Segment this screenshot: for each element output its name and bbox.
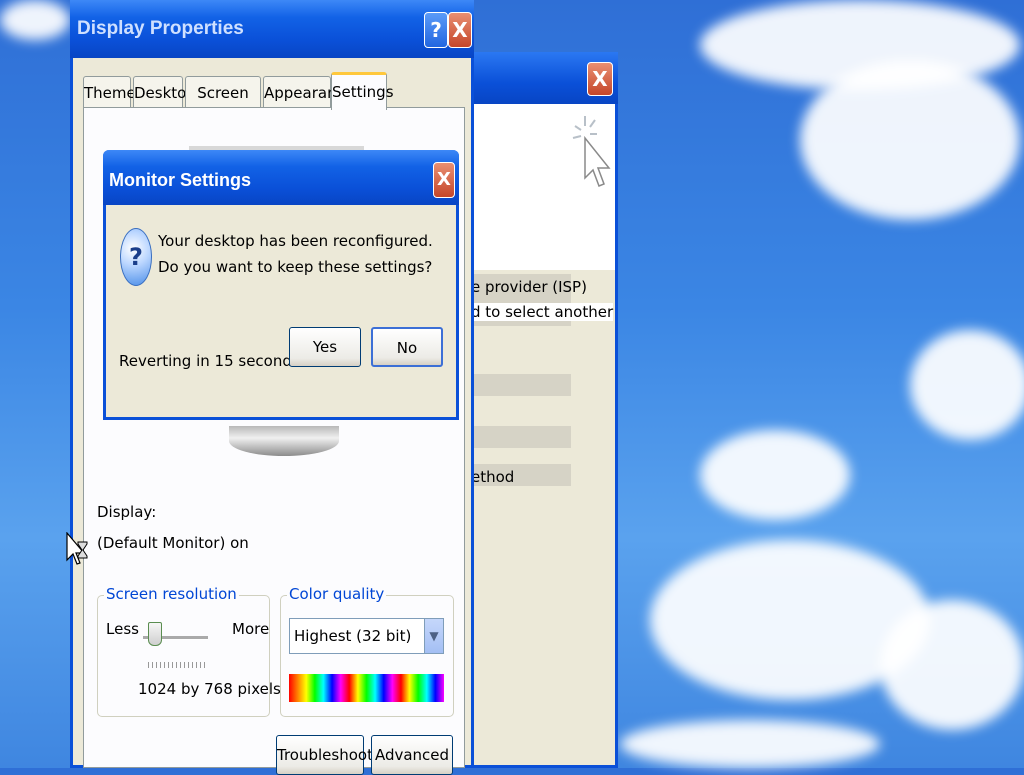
- screen-resolution-title: Screen resolution: [104, 585, 239, 603]
- no-button[interactable]: No: [371, 327, 443, 367]
- cloud: [910, 330, 1024, 440]
- color-quality-select[interactable]: Highest (32 bit) ▼: [289, 618, 444, 654]
- background-dialog: X e provider (ISP) d to select another e…: [458, 52, 618, 768]
- background-dialog-close-button[interactable]: X: [587, 62, 613, 96]
- resolution-slider-thumb[interactable]: [148, 622, 162, 646]
- dialog-title: Monitor Settings: [109, 170, 251, 190]
- revert-countdown: Reverting in 15 seconds: [119, 352, 300, 370]
- less-label: Less: [106, 620, 139, 638]
- cloud: [880, 600, 1024, 730]
- tab-settings[interactable]: Settings: [331, 72, 394, 110]
- busy-cursor-icon: [572, 116, 611, 187]
- cloud: [620, 720, 880, 768]
- background-option-bar: [471, 426, 571, 448]
- background-dialog-text: d to select another: [471, 303, 614, 321]
- monitor-settings-dialog: Monitor Settings X ? Your desktop has be…: [103, 150, 459, 420]
- resolution-slider-ticks: [148, 662, 208, 668]
- question-icon: ?: [120, 228, 152, 286]
- color-quality-group: Color quality Highest (32 bit) ▼: [280, 585, 454, 717]
- monitor-preview-stand: [229, 426, 339, 456]
- troubleshoot-button[interactable]: Troubleshoot...: [276, 735, 387, 775]
- cloud: [800, 60, 1020, 220]
- color-quality-value: Highest (32 bit): [294, 627, 412, 645]
- resolution-value: 1024 by 768 pixels: [138, 680, 281, 698]
- cloud: [700, 430, 850, 520]
- window-title: Display Properties: [77, 18, 244, 39]
- color-quality-title: Color quality: [287, 585, 387, 603]
- dialog-message: Your desktop has been reconfigured. Do y…: [158, 232, 433, 276]
- tab-themes[interactable]: Themes: [83, 76, 144, 108]
- display-properties-titlebar[interactable]: Display Properties ? X: [70, 0, 474, 58]
- dialog-close-button[interactable]: X: [433, 162, 455, 198]
- close-button[interactable]: X: [448, 12, 472, 48]
- background-dialog-banner: [461, 104, 615, 270]
- help-button[interactable]: ?: [424, 12, 448, 48]
- busy-cursor-icon: [66, 532, 88, 565]
- chevron-down-icon[interactable]: ▼: [424, 619, 443, 653]
- cloud: [0, 0, 70, 40]
- monitor-settings-titlebar[interactable]: Monitor Settings X: [103, 150, 459, 205]
- background-option-bar: [471, 374, 571, 396]
- yes-button[interactable]: Yes: [289, 327, 361, 367]
- tab-screen-saver[interactable]: Screen Saver: [185, 76, 261, 134]
- more-label: More: [232, 620, 270, 638]
- background-dialog-text: e provider (ISP): [471, 278, 587, 296]
- screen-resolution-group: Screen resolution Less More 1024 by 768 …: [97, 585, 281, 717]
- display-label: Display:: [97, 503, 157, 521]
- background-dialog-text: ethod: [471, 468, 515, 486]
- color-spectrum-preview: [289, 674, 444, 702]
- advanced-button[interactable]: Advanced: [371, 735, 453, 775]
- tab-desktop[interactable]: Desktop: [133, 76, 196, 108]
- tab-appearance[interactable]: Appearance: [263, 76, 354, 108]
- display-value: (Default Monitor) on: [97, 534, 249, 552]
